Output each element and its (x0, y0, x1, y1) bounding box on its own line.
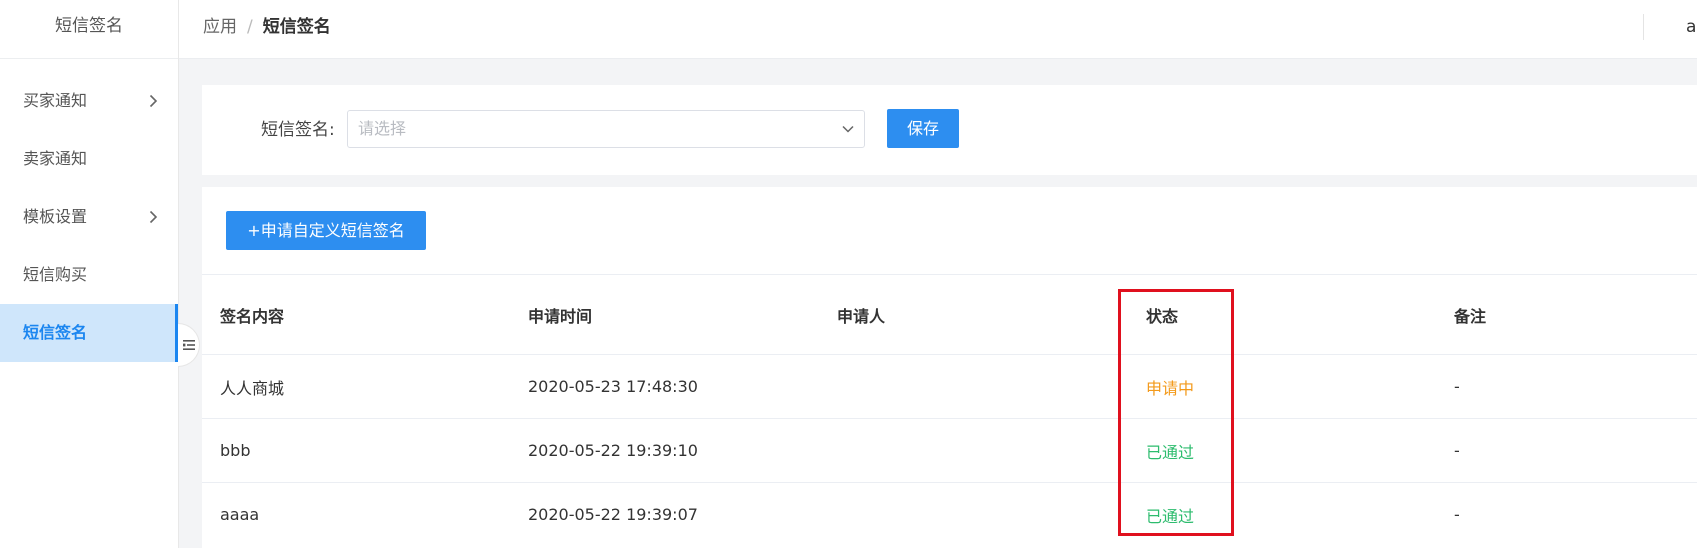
chevron-right-icon (146, 188, 160, 246)
signature-list-card: +申请自定义短信签名 签名内容 申请时间 申请人 状态 备注 人人商城 2020… (202, 187, 1697, 548)
signature-table: 签名内容 申请时间 申请人 状态 备注 人人商城 2020-05-23 17:4… (202, 274, 1697, 546)
table-row: bbb 2020-05-22 19:39:10 已通过 - (202, 418, 1697, 482)
cell-time: 2020-05-22 19:39:07 (528, 505, 698, 524)
breadcrumb-separator: / (247, 17, 253, 37)
breadcrumb-item-app[interactable]: 应用 (203, 17, 237, 37)
sidebar: 短信签名 买家通知 卖家通知 模板设置 短信购买 短信签名 (0, 0, 179, 548)
cell-status: 已通过 (1146, 442, 1195, 462)
cell-remark: - (1454, 505, 1460, 524)
chevron-down-icon (842, 111, 854, 147)
sidebar-title: 短信签名 (0, 0, 178, 59)
breadcrumb-current: 短信签名 (262, 17, 331, 37)
sidebar-item-seller-notify[interactable]: 卖家通知 (0, 130, 178, 188)
sidebar-item-sms-purchase[interactable]: 短信购买 (0, 246, 178, 304)
sidebar-item-label: 短信签名 (23, 323, 88, 342)
user-menu[interactable]: ad (1686, 0, 1697, 54)
sidebar-item-template-settings[interactable]: 模板设置 (0, 188, 178, 246)
column-header-status: 状态 (1146, 306, 1179, 326)
cell-content: bbb (220, 441, 251, 460)
signature-field-label: 短信签名: (261, 120, 335, 140)
sidebar-item-sms-signature[interactable]: 短信签名 (0, 304, 178, 362)
sidebar-collapse-handle[interactable] (178, 323, 200, 367)
table-header-row: 签名内容 申请时间 申请人 状态 备注 (202, 274, 1697, 354)
sidebar-menu: 买家通知 卖家通知 模板设置 短信购买 短信签名 (0, 72, 178, 362)
save-button[interactable]: 保存 (887, 109, 959, 148)
cell-content: 人人商城 (220, 378, 285, 398)
column-header-content: 签名内容 (220, 306, 285, 326)
cell-remark: - (1454, 441, 1460, 460)
collapse-menu-icon (182, 336, 195, 355)
sidebar-item-label: 模板设置 (23, 207, 88, 226)
column-header-time: 申请时间 (528, 306, 593, 326)
cell-time: 2020-05-23 17:48:30 (528, 377, 698, 396)
cell-time: 2020-05-22 19:39:10 (528, 441, 698, 460)
column-header-remark: 备注 (1454, 306, 1487, 326)
table-row: 人人商城 2020-05-23 17:48:30 申请中 - (202, 354, 1697, 418)
signature-select[interactable]: 请选择 (347, 110, 865, 148)
sidebar-item-label: 买家通知 (23, 91, 88, 110)
breadcrumb: 应用 / 短信签名 (203, 0, 331, 54)
top-bar: 应用 / 短信签名 ad (179, 0, 1697, 59)
header-divider (1643, 14, 1644, 40)
cell-content: aaaa (220, 505, 260, 524)
select-placeholder: 请选择 (358, 119, 407, 138)
column-header-applicant: 申请人 (837, 306, 886, 326)
cell-status: 已通过 (1146, 506, 1195, 526)
sidebar-item-label: 短信购买 (23, 265, 88, 284)
table-row: aaaa 2020-05-22 19:39:07 已通过 - (202, 482, 1697, 546)
signature-form-card: 短信签名: 请选择 保存 (202, 85, 1697, 175)
sidebar-item-buyer-notify[interactable]: 买家通知 (0, 72, 178, 130)
chevron-right-icon (146, 72, 160, 130)
cell-remark: - (1454, 377, 1460, 396)
cell-status: 申请中 (1146, 378, 1195, 398)
apply-custom-signature-button[interactable]: +申请自定义短信签名 (226, 211, 426, 250)
sidebar-item-label: 卖家通知 (23, 149, 88, 168)
